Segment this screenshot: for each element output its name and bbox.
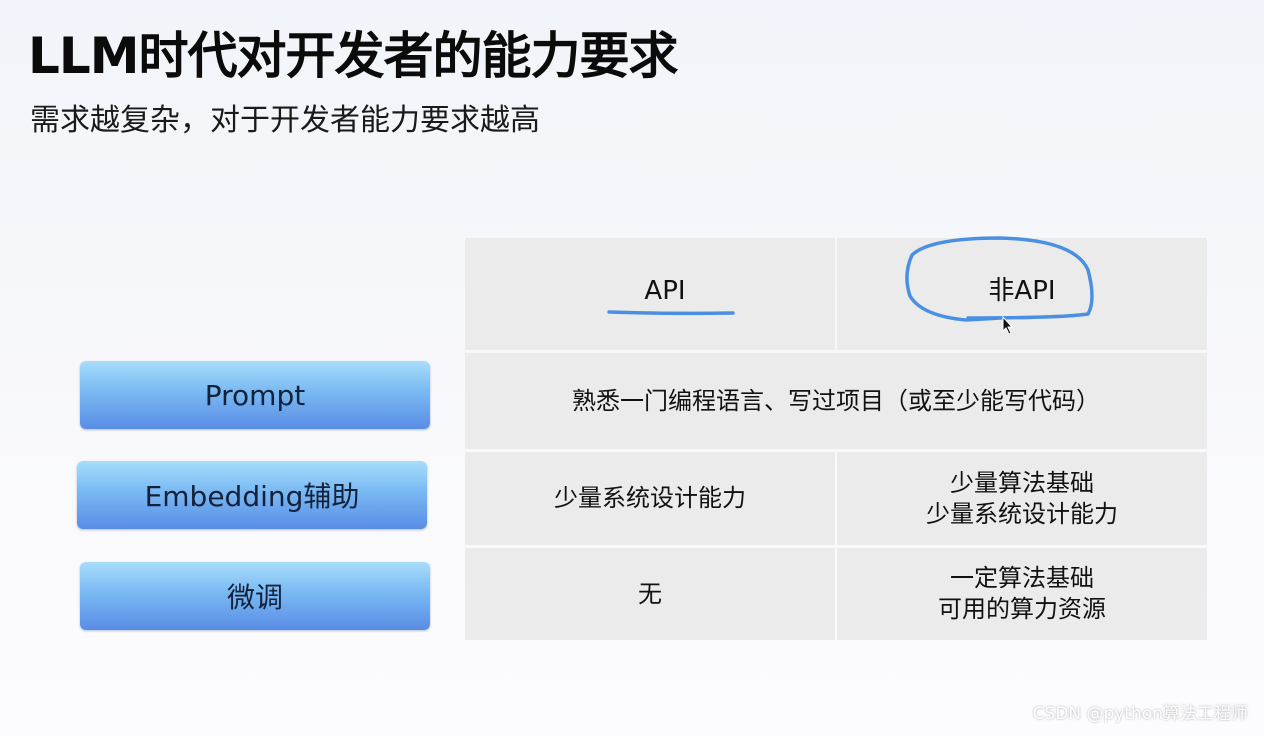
cell-embedding-non-api-line-1: 少量算法基础 xyxy=(950,468,1094,497)
watermark: CSDN @python算法工程师 xyxy=(1032,704,1248,724)
cell-prompt-merged: 熟悉一门编程语言、写过项目（或至少能写代码） xyxy=(465,353,1207,449)
cell-finetune-non-api-line-2: 可用的算力资源 xyxy=(938,595,1106,623)
header-api-label: API xyxy=(644,275,686,306)
cell-embedding-api-line-1: 少量系统设计能力 xyxy=(554,484,746,512)
slide-title: LLM时代对开发者的能力要求 xyxy=(28,27,678,85)
slide-subtitle: 需求越复杂，对于开发者能力要求越高 xyxy=(30,103,540,138)
row-label-prompt: Prompt xyxy=(80,361,430,429)
row-label-embedding: Embedding辅助 xyxy=(77,461,427,529)
header-non-api-label: 非API xyxy=(988,275,1056,306)
cell-embedding-non-api-line-2: 少量系统设计能力 xyxy=(926,499,1118,528)
cell-embedding-api: 少量系统设计能力 xyxy=(465,452,835,545)
cell-prompt-text: 熟悉一门编程语言、写过项目（或至少能写代码） xyxy=(572,386,1100,415)
header-cell-non-api: 非API xyxy=(837,238,1207,350)
cell-finetune-non-api-line-1: 一定算法基础 xyxy=(950,564,1094,592)
header-cell-api: API xyxy=(465,238,835,350)
cell-finetune-api-line-1: 无 xyxy=(638,579,662,608)
cell-finetune-api: 无 xyxy=(465,548,835,640)
cell-embedding-non-api: 少量算法基础 少量系统设计能力 xyxy=(837,452,1207,545)
row-label-finetune: 微调 xyxy=(80,562,430,630)
cell-finetune-non-api: 一定算法基础 可用的算力资源 xyxy=(837,548,1207,640)
